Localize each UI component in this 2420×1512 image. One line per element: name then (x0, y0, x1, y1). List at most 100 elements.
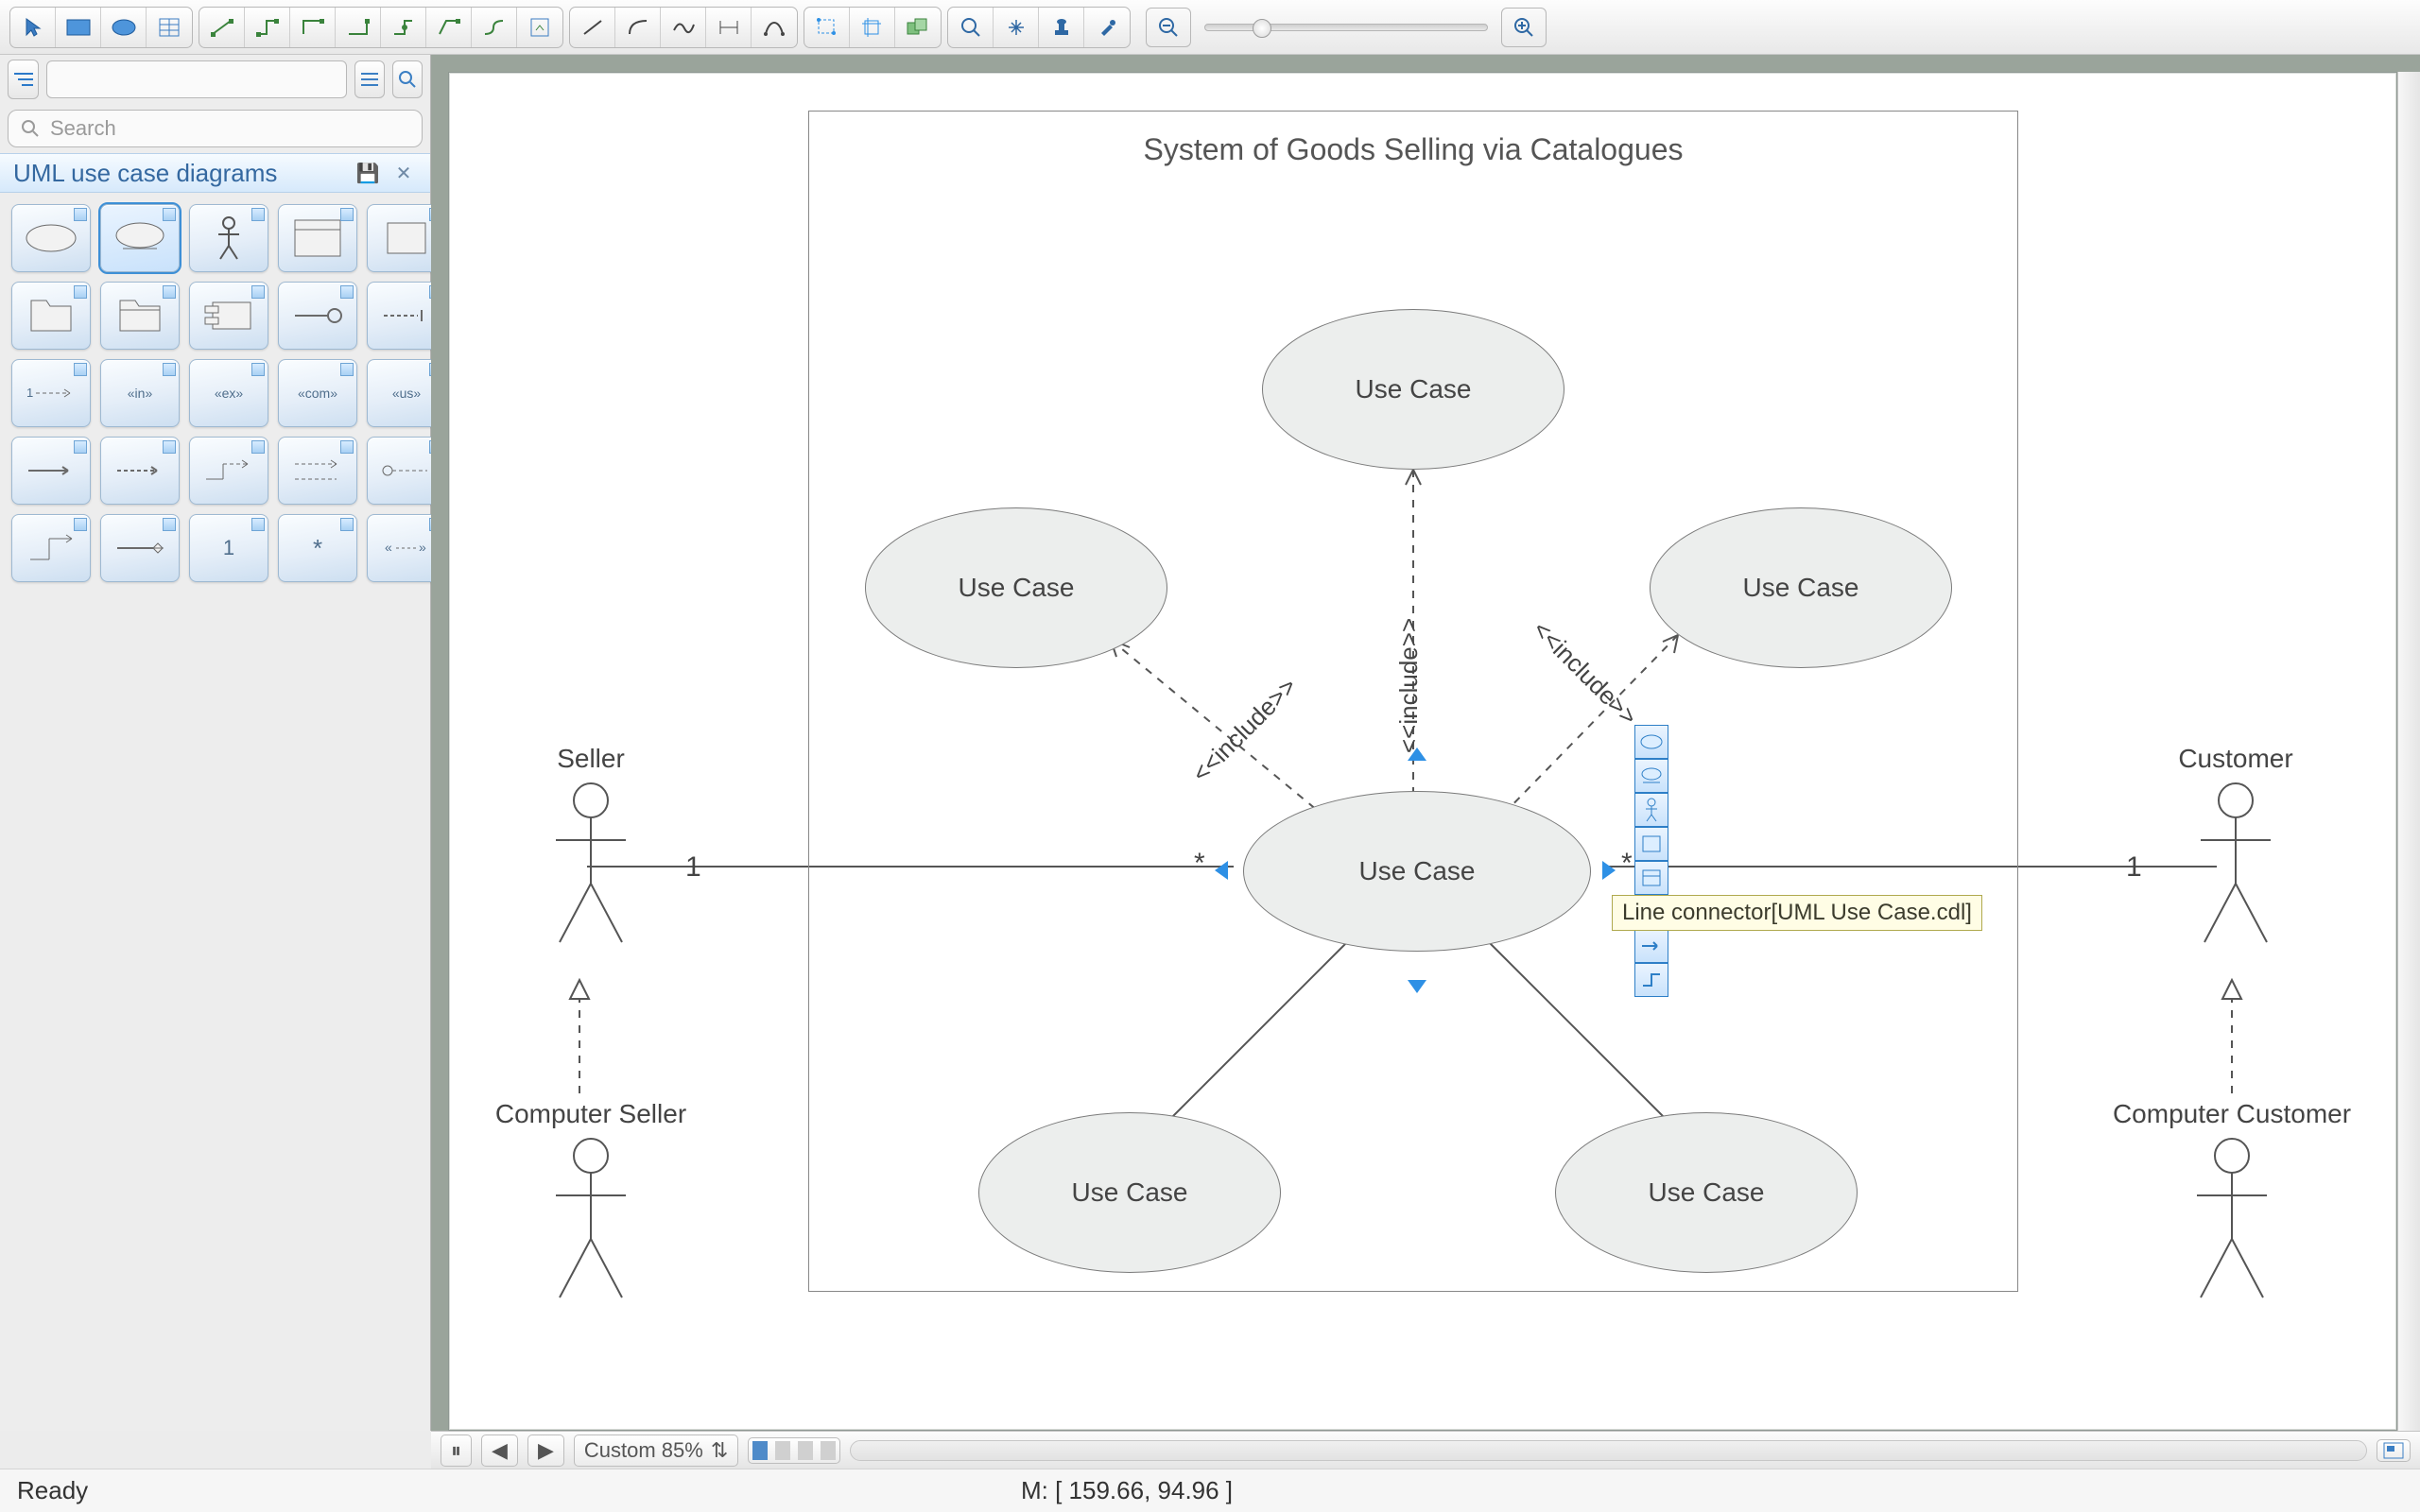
bezier-tool[interactable] (752, 8, 797, 47)
mult-center-left-star: * (1194, 848, 1205, 880)
palette-arrow-icon[interactable] (1634, 929, 1668, 963)
selection-handle-left[interactable] (1215, 861, 1228, 880)
page-nav-pause[interactable]: ⏸ (441, 1435, 472, 1467)
canvas[interactable]: System of Goods Selling via Catalogues U… (448, 72, 2397, 1431)
top-toolbar (0, 0, 2420, 55)
eyedropper-tool[interactable] (1084, 8, 1130, 47)
zoom-controls (1146, 8, 1547, 47)
edit-points-tool[interactable] (804, 8, 850, 47)
use-case-left[interactable]: Use Case (865, 507, 1167, 668)
stencil-stereo-ex[interactable]: «ex» (189, 359, 268, 427)
spline-tool[interactable] (661, 8, 706, 47)
palette-connector-icon[interactable] (1634, 963, 1668, 997)
stencil-stereo-in[interactable]: «in» (100, 359, 180, 427)
dimension-tool[interactable] (706, 8, 752, 47)
palette-use-case-icon[interactable] (1634, 725, 1668, 759)
palette-note-icon[interactable] (1634, 861, 1668, 895)
zoom-level-selector[interactable]: Custom 85% ⇅ (574, 1435, 738, 1467)
svg-text:1: 1 (26, 386, 33, 400)
zoom-out-button[interactable] (1146, 8, 1191, 47)
insert-object-tool[interactable] (517, 8, 562, 47)
connector-style-3[interactable] (381, 8, 426, 47)
connector-style-2[interactable] (336, 8, 381, 47)
vertical-scrollbar[interactable] (2397, 72, 2420, 1431)
actor-customer[interactable]: Customer (2151, 744, 2321, 950)
stencil-branch[interactable] (11, 514, 91, 582)
use-case-bottom-left[interactable]: Use Case (978, 1112, 1281, 1273)
stencil-gen-arrow[interactable] (100, 514, 180, 582)
pointer-tool[interactable] (10, 8, 56, 47)
actor-computer-customer[interactable]: Computer Customer (2071, 1099, 2393, 1305)
list-view-toggle[interactable] (354, 60, 385, 98)
line-tool[interactable] (570, 8, 615, 47)
ellipse-shape-tool[interactable] (101, 8, 147, 47)
stencil-interface[interactable] (278, 282, 357, 350)
stencil-panel-header[interactable]: UML use case diagrams 💾 ✕ (0, 153, 430, 193)
svg-text:«: « (385, 541, 392, 555)
main-body: UML use case diagrams 💾 ✕ 1 «in» «ex» «c… (0, 55, 2420, 1431)
use-case-bottom-right[interactable]: Use Case (1555, 1112, 1858, 1273)
outline-toggle[interactable] (8, 60, 39, 99)
horizontal-scrollbar[interactable] (850, 1440, 2367, 1461)
page-nav-prev[interactable]: ◀ (481, 1435, 518, 1467)
actor-seller[interactable]: Seller (515, 744, 666, 950)
palette-boundary-icon[interactable] (1634, 827, 1668, 861)
zoom-in-button[interactable] (1501, 8, 1547, 47)
library-search-button[interactable] (392, 60, 423, 98)
zoom-slider-thumb[interactable] (1253, 19, 1271, 38)
tool-group-lines (569, 7, 798, 48)
stencil-dependency[interactable] (278, 437, 357, 505)
sidebar: UML use case diagrams 💾 ✕ 1 «in» «ex» «c… (0, 55, 431, 1431)
smart-shape-palette[interactable] (1634, 725, 1668, 997)
zoom-tool[interactable] (948, 8, 994, 47)
zoom-slider[interactable] (1204, 24, 1488, 31)
palette-actor-icon[interactable] (1634, 793, 1668, 827)
stencil-folder[interactable] (11, 282, 91, 350)
tool-group-view (947, 7, 1131, 48)
search-input[interactable] (8, 110, 423, 147)
overview-toggle[interactable] (2377, 1439, 2411, 1462)
page-nav-next[interactable]: ▶ (527, 1435, 564, 1467)
stencil-use-case-ext[interactable] (100, 204, 180, 272)
tool-group-edit (804, 7, 942, 48)
use-case-center[interactable]: Use Case (1243, 791, 1591, 952)
selection-handle-right[interactable] (1602, 861, 1616, 880)
rect-shape-tool[interactable] (56, 8, 101, 47)
bottom-bar: ⏸ ◀ ▶ Custom 85% ⇅ (431, 1431, 2420, 1469)
crop-tool[interactable] (850, 8, 895, 47)
connector-style-4[interactable] (426, 8, 472, 47)
panel-save-icon[interactable]: 💾 (354, 160, 381, 186)
mult-customer-1: 1 (2126, 851, 2142, 884)
panel-close-icon[interactable]: ✕ (390, 160, 417, 186)
stencil-mult-star[interactable]: * (278, 514, 357, 582)
use-case-right[interactable]: Use Case (1650, 507, 1952, 668)
connector-style-5[interactable] (472, 8, 517, 47)
tool-group-select (9, 7, 193, 48)
actor-computer-seller[interactable]: Computer Seller (458, 1099, 723, 1305)
stencil-stereo-com[interactable]: «com» (278, 359, 357, 427)
smart-connector-tool[interactable] (245, 8, 290, 47)
stencil-component[interactable] (189, 282, 268, 350)
stamp-tool[interactable] (1039, 8, 1084, 47)
table-tool[interactable] (147, 8, 192, 47)
palette-use-case-ext-icon[interactable] (1634, 759, 1668, 793)
stencil-arrow-r[interactable] (11, 437, 91, 505)
group-tool[interactable] (895, 8, 941, 47)
library-filter-input[interactable] (46, 60, 347, 98)
stencil-use-case[interactable] (11, 204, 91, 272)
view-mode-toggles[interactable] (748, 1437, 840, 1464)
sidebar-search-row (0, 104, 430, 153)
stencil-realize[interactable] (189, 437, 268, 505)
stencil-dash-arrow[interactable] (100, 437, 180, 505)
stencil-actor[interactable] (189, 204, 268, 272)
connector-style-1[interactable] (290, 8, 336, 47)
direct-connector-tool[interactable] (199, 8, 245, 47)
selection-handle-bottom[interactable] (1408, 980, 1426, 993)
pan-tool[interactable] (994, 8, 1039, 47)
use-case-top[interactable]: Use Case (1262, 309, 1564, 470)
arc-tool[interactable] (615, 8, 661, 47)
stencil-system-boundary[interactable] (278, 204, 357, 272)
stencil-mult-1[interactable]: 1 (189, 514, 268, 582)
stencil-folder-open[interactable] (100, 282, 180, 350)
stencil-assoc-1[interactable]: 1 (11, 359, 91, 427)
